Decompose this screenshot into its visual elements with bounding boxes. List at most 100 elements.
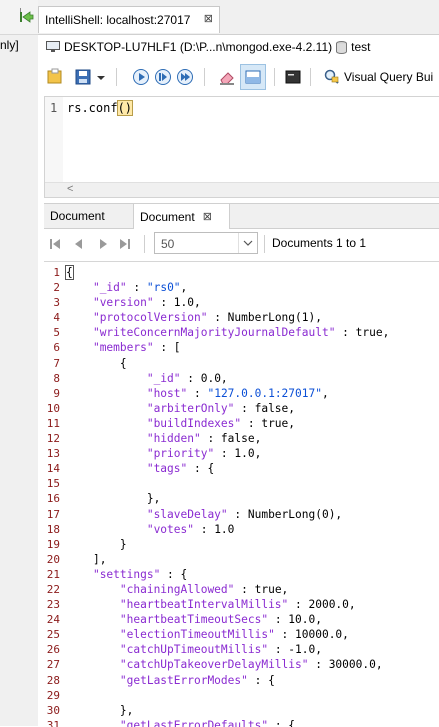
shell-icon[interactable] <box>284 68 302 86</box>
chevron-down-icon[interactable] <box>238 233 257 253</box>
document-line-number: 9 <box>53 386 60 400</box>
json-key: "priority" <box>146 447 215 461</box>
document-line-number: 8 <box>53 371 60 385</box>
clear-icon[interactable] <box>218 68 236 86</box>
json-text <box>66 598 120 611</box>
json-text <box>66 432 147 445</box>
next-page-icon[interactable] <box>96 237 110 251</box>
document-line-number: 20 <box>46 552 60 566</box>
json-text <box>66 508 147 521</box>
json-text <box>66 281 93 294</box>
save-dropdown-icon[interactable] <box>96 68 106 86</box>
intellishell-panel: IntelliShell: localhost:27017 ⊠ DESKTOP-… <box>20 0 439 727</box>
document-line: } <box>66 537 389 552</box>
editor-tab-bar: IntelliShell: localhost:27017 ⊠ <box>20 0 439 35</box>
json-text: : 10000.0, <box>274 628 349 642</box>
json-text: : <box>126 281 147 295</box>
document-line-number: 21 <box>46 567 60 581</box>
left-pane-text: nly] <box>0 38 19 52</box>
json-text: , <box>321 386 329 400</box>
json-key: "heartbeatTimeoutSecs" <box>119 613 269 627</box>
json-text <box>66 311 93 324</box>
tab-document-1[interactable]: Document <box>44 204 134 228</box>
toolbar-separator <box>204 68 205 86</box>
document-line-number: 11 <box>46 416 60 430</box>
connection-label[interactable]: DESKTOP-LU7HLF1 (D:\P...n\mongod.exe-4.2… <box>64 40 332 54</box>
json-text <box>66 583 120 596</box>
document-line: }, <box>66 491 389 506</box>
json-text: : true, <box>234 582 289 596</box>
document-line: { <box>65 265 389 280</box>
json-key: "arbiterOnly" <box>146 401 235 415</box>
json-text <box>66 357 120 370</box>
json-key: "host" <box>146 386 188 400</box>
back-arrow-icon[interactable] <box>20 10 34 24</box>
tab-close-icon[interactable]: ⊠ <box>204 12 213 25</box>
database-icon <box>336 40 348 54</box>
document-line-number: 14 <box>46 462 60 476</box>
nav-separator <box>264 235 265 253</box>
query-editor[interactable]: 1 rs.conf() < <box>44 96 439 198</box>
json-text: : { <box>247 673 275 687</box>
editor-code[interactable]: rs.conf() <box>67 100 134 116</box>
json-key: "settings" <box>92 567 161 581</box>
tab-close-icon[interactable]: ⊠ <box>203 210 212 223</box>
document-viewer[interactable]: 1 2 3 4 5 6 7 8 9 10 11 12 13 14 15 16 17 18 19 20 21 22 23 24 2… <box>44 261 439 727</box>
page-size-select[interactable]: 50 <box>154 232 258 254</box>
save-icon[interactable] <box>74 68 92 86</box>
document-line: "_id" : 0.0, <box>66 371 389 386</box>
editor-horizontal-scrollbar[interactable]: < <box>45 182 439 197</box>
scroll-left-icon[interactable]: < <box>67 183 73 195</box>
json-key: "getLastErrorModes" <box>119 673 248 687</box>
json-text: : 30000.0, <box>308 658 383 672</box>
json-text <box>66 326 93 339</box>
connection-bar: DESKTOP-LU7HLF1 (D:\P...n\mongod.exe-4.2… <box>38 34 439 60</box>
json-text <box>66 417 147 430</box>
document-line: "getLastErrorModes" : { <box>66 673 389 688</box>
visual-query-builder-button[interactable]: Visual Query Bui <box>324 69 433 85</box>
json-text: : false, <box>200 432 262 446</box>
last-page-icon[interactable] <box>118 237 132 251</box>
json-text <box>66 628 120 641</box>
document-line: "heartbeatIntervalMillis" : 2000.0, <box>66 597 389 612</box>
json-text: : NumberLong(1), <box>207 311 322 325</box>
json-text: ], <box>92 552 107 566</box>
json-key: "members" <box>92 341 154 355</box>
document-line-number: 30 <box>46 703 60 717</box>
open-file-icon[interactable] <box>46 68 64 86</box>
document-line: "votes" : 1.0 <box>66 522 389 537</box>
document-line-numbers: 1 2 3 4 5 6 7 8 9 10 11 12 13 14 15 16 17 18 19 20 21 22 23 24 2… <box>44 265 62 727</box>
document-line: "arbiterOnly" : false, <box>66 401 389 416</box>
json-key: "heartbeatIntervalMillis" <box>119 598 289 612</box>
json-key: "version" <box>92 296 154 310</box>
toggle-results-button[interactable] <box>240 64 266 90</box>
execute-icon[interactable] <box>132 68 150 86</box>
json-text <box>66 704 120 717</box>
document-line-number: 16 <box>46 492 60 506</box>
tab-document-2-label: Document <box>140 209 195 224</box>
document-line: "priority" : 1.0, <box>66 446 389 461</box>
document-line: "tags" : { <box>66 461 389 476</box>
document-line-number: 24 <box>46 613 60 627</box>
toolbar-separator <box>116 68 117 86</box>
json-text: }, <box>146 492 161 506</box>
tab-intellishell[interactable]: IntelliShell: localhost:27017 ⊠ <box>38 6 220 33</box>
toolbar-separator <box>274 68 275 86</box>
document-line-number: 26 <box>46 643 60 657</box>
first-page-icon[interactable] <box>48 237 62 251</box>
previous-page-icon[interactable] <box>72 237 86 251</box>
json-text: { <box>119 356 127 370</box>
json-text <box>66 643 120 656</box>
tab-document-2[interactable]: Document ⊠ <box>134 204 230 229</box>
magnifier-icon <box>324 69 339 84</box>
step-execute-icon[interactable] <box>176 68 194 86</box>
database-label[interactable]: test <box>351 40 370 54</box>
json-text: : <box>187 386 208 400</box>
document-line-number: 23 <box>46 598 60 612</box>
execute-statement-icon[interactable] <box>154 68 172 86</box>
json-text: : 0.0, <box>180 371 228 385</box>
document-line: "catchUpTimeoutMillis" : -1.0, <box>66 642 389 657</box>
json-key: "buildIndexes" <box>146 416 242 430</box>
document-line: "host" : "127.0.0.1:27017", <box>66 386 389 401</box>
